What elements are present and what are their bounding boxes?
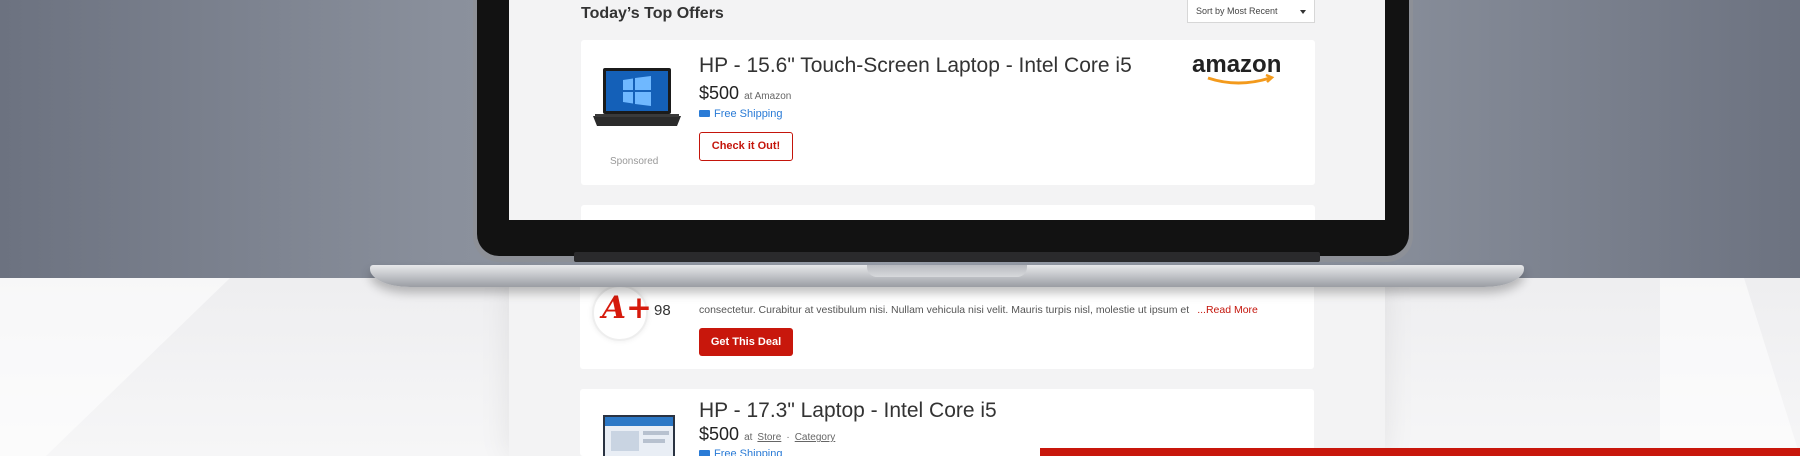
laptop-thumbnail[interactable] — [591, 66, 683, 129]
amazon-logo-text: amazon — [1192, 52, 1281, 78]
laptop-thumbnail-2[interactable] — [603, 415, 675, 456]
thumbnail-header — [605, 417, 673, 426]
check-it-out-button[interactable]: Check it Out! — [699, 132, 793, 161]
review-snippet: consectetur. Curabitur at vestibulum nis… — [699, 304, 1259, 316]
separator: · — [786, 432, 790, 443]
offer-2-price-value: $500 — [699, 424, 740, 444]
thumbnail-line — [643, 439, 665, 443]
offer-1-price: $500 at Amazon — [699, 83, 791, 104]
offer-1-shipping: Free Shipping — [699, 108, 783, 120]
get-this-deal-button[interactable]: Get This Deal — [699, 328, 793, 356]
amazon-logo[interactable]: amazon — [1190, 52, 1290, 88]
read-more-link[interactable]: ...Read More — [1197, 304, 1258, 316]
thumbnail-line — [643, 431, 669, 435]
offer-2-price-at: at — [744, 432, 753, 443]
offer-1-title[interactable]: HP - 15.6" Touch-Screen Laptop - Intel C… — [699, 54, 1132, 78]
store-link[interactable]: Store — [757, 432, 781, 443]
section-title: Today’s Top Offers — [581, 5, 724, 22]
truck-icon — [699, 450, 710, 456]
score-value: 98 — [654, 302, 671, 319]
offer-2-title[interactable]: HP - 17.3" Laptop - Intel Core i5 — [699, 399, 997, 423]
laptop-screen: Today’s Top Offers Sort by Most Recent S… — [509, 0, 1385, 220]
truck-icon — [699, 110, 710, 117]
deal-card — [580, 278, 1314, 369]
grade-text: A+ — [602, 290, 653, 326]
thumbnail-block — [611, 431, 639, 451]
chevron-down-icon — [1300, 10, 1306, 14]
deal-card-top — [581, 205, 1315, 220]
offer-2-price: $500 at Store · Category — [699, 424, 835, 445]
laptop-hinge — [574, 252, 1320, 262]
laptop-notch — [867, 265, 1027, 277]
sponsored-label: Sponsored — [610, 156, 659, 167]
offer-2-shipping-label: Free Shipping — [714, 448, 783, 456]
review-text: consectetur. Curabitur at vestibulum nis… — [699, 304, 1190, 316]
sort-dropdown[interactable]: Sort by Most Recent — [1187, 0, 1315, 23]
offer-1-shipping-label: Free Shipping — [714, 108, 783, 120]
sort-label: Sort by Most Recent — [1196, 6, 1278, 16]
offer-1-price-at: at Amazon — [744, 91, 792, 102]
red-banner — [1040, 448, 1800, 456]
offer-1-price-value: $500 — [699, 83, 740, 103]
offer-2-shipping: Free Shipping — [699, 448, 783, 456]
category-link[interactable]: Category — [795, 432, 836, 443]
